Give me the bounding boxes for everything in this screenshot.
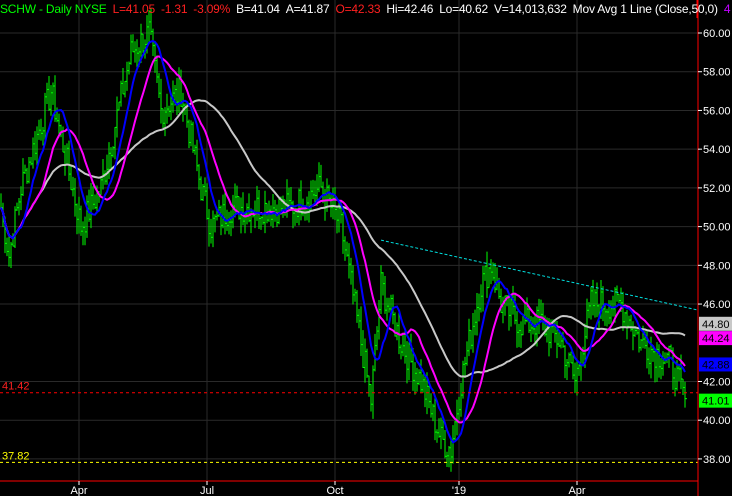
- price-bars: [0, 8, 687, 472]
- y-tick-label: 40.00: [703, 415, 731, 427]
- x-tick-label: '19: [452, 485, 466, 496]
- x-tick-label: Apr: [70, 485, 87, 496]
- x-tick-label: Apr: [568, 485, 585, 496]
- y-tick-label: 56.00: [703, 105, 731, 117]
- change: -1.31: [160, 2, 188, 16]
- last-price: L=41.05: [112, 2, 156, 16]
- low-label: 37.82: [2, 450, 30, 462]
- y-tick-label: 52.00: [703, 183, 731, 195]
- price-chart: 41.42 37.82 60.00 58.00 56.00 54.00 52.00 50.00…: [0, 0, 732, 496]
- x-tick-label: Jul: [200, 485, 214, 496]
- y-tick-label: 60.00: [703, 28, 731, 40]
- change-pct: -3.09%: [193, 2, 231, 16]
- ma20-value-label: 44.24: [702, 333, 730, 345]
- ma50-value-label: 44.80: [702, 319, 730, 331]
- open: O=42.33: [335, 2, 381, 16]
- symbol-label: SCHW - Daily NYSE: [0, 2, 107, 16]
- y-tick-label: 46.00: [703, 299, 731, 311]
- y-tick-label: 42.00: [703, 376, 731, 388]
- more-studies[interactable]: 4 ...: [724, 2, 732, 16]
- ask: A=41.87: [285, 2, 330, 16]
- y-tick-label: 58.00: [703, 67, 731, 79]
- y-tick-label: 38.00: [703, 454, 731, 466]
- x-tick-label: Oct: [326, 485, 343, 496]
- chart-header: SCHW - Daily NYSE L=41.05 -1.31 -3.09% B=41.…: [0, 0, 732, 18]
- volume: V=14,013,632: [494, 2, 567, 16]
- high: Hi=42.46: [386, 2, 434, 16]
- y-tick-label: 54.00: [703, 144, 731, 156]
- low: Lo=40.62: [439, 2, 488, 16]
- y-tick-label: 50.00: [703, 222, 731, 234]
- ma10-value-label: 42.88: [702, 359, 730, 371]
- support-label: 41.42: [2, 381, 30, 393]
- last-price-label: 41.01: [702, 396, 730, 408]
- y-tick-label: 48.00: [703, 260, 731, 272]
- study-label: Mov Avg 1 Line (Close,50,0): [572, 2, 718, 16]
- bid: B=41.04: [236, 2, 280, 16]
